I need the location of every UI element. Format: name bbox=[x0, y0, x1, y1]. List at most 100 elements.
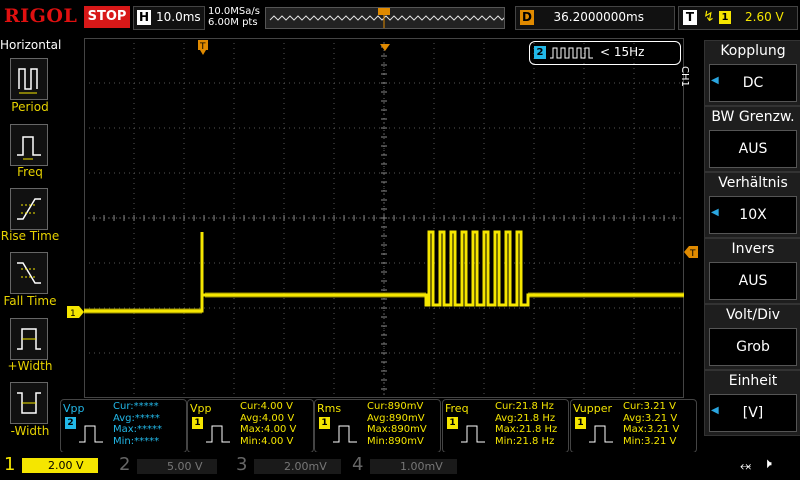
menu-invert-button[interactable]: Invers AUS bbox=[704, 238, 800, 304]
memory-overview-bar[interactable] bbox=[265, 7, 519, 29]
menu-bandwidth-limit-title: BW Grenzw. bbox=[711, 109, 795, 125]
channel-2-tab[interactable]: 2 5.00 V bbox=[115, 454, 227, 478]
menu-unit-value: [V] bbox=[709, 394, 797, 432]
menu-scroll-left-icon: ◀ bbox=[711, 405, 719, 416]
menu-volts-div-title: Volt/Div bbox=[725, 307, 781, 323]
measure-freq-button[interactable] bbox=[10, 124, 48, 166]
menu-coupling-button[interactable]: Kopplung DC ◀ bbox=[704, 40, 800, 106]
fall-time-icon bbox=[17, 262, 41, 284]
square-wave-icon bbox=[550, 47, 593, 59]
measurement-current: Cur:4.00 V bbox=[240, 401, 293, 412]
trigger-level-marker[interactable]: T bbox=[684, 243, 700, 262]
measure-rise-time-button[interactable] bbox=[10, 188, 48, 230]
negative-width-icon bbox=[17, 392, 41, 414]
channel-number: 2 bbox=[119, 454, 131, 475]
measurement-average: Avg:4.00 V bbox=[240, 412, 295, 424]
horizontal-center-marker bbox=[379, 37, 391, 56]
channel-scale: 2.00 V bbox=[22, 458, 98, 473]
measurement-average: Avg:21.8 Hz bbox=[495, 412, 556, 424]
menu-invert-title: Invers bbox=[731, 241, 775, 257]
sample-info: 10.0MSa/s 6.00M pts bbox=[208, 6, 260, 28]
counter-value: < 15Hz bbox=[600, 45, 645, 59]
rise-time-label: Rise Time bbox=[0, 229, 60, 243]
menu-coupling-value: DC bbox=[709, 64, 797, 102]
measure-positive-width-button[interactable] bbox=[10, 318, 48, 360]
channel-number: 1 bbox=[4, 454, 16, 475]
measurement-type-icon bbox=[79, 425, 103, 443]
measurement-channel-badge: 1 bbox=[575, 417, 586, 429]
timebase-value: 10.0ms bbox=[156, 10, 201, 24]
period-label: Period bbox=[11, 100, 49, 114]
brand-logo: RIGOL bbox=[4, 5, 78, 27]
measurement-vpp-ch2[interactable]: Vpp 2 Cur:***** Avg:***** Max:***** Min:***** bbox=[60, 399, 187, 453]
measurement-freq-ch1[interactable]: Freq 1 Cur:21.8 Hz Avg:21.8 Hz Max:21.8 Hz Mi… bbox=[442, 399, 569, 453]
measure-menu-title: Horizontal bbox=[0, 38, 62, 52]
measurement-vpp-ch1[interactable]: Vpp 1 Cur:4.00 V Avg:4.00 V Max:4.00 V Min:4.… bbox=[187, 399, 314, 453]
delay-readout[interactable]: D 36.2000000ms bbox=[515, 6, 675, 30]
measurement-max: Max:***** bbox=[113, 424, 163, 435]
frequency-counter[interactable]: 2 < 15Hz bbox=[529, 41, 681, 65]
measurement-type-icon bbox=[333, 425, 357, 443]
memory-overview-graphic bbox=[269, 8, 519, 28]
measurement-channel-badge: 2 bbox=[65, 417, 76, 429]
trigger-position-marker[interactable]: T bbox=[198, 40, 210, 60]
menu-scroll-left-icon: ◀ bbox=[711, 75, 719, 86]
measure-menu: Horizontal Period Freq Rise Time Fall Ti… bbox=[0, 38, 62, 450]
measurement-min: Min:4.00 V bbox=[240, 435, 294, 447]
menu-scroll-left-icon: ◀ bbox=[711, 207, 719, 218]
trigger-position-marker bbox=[378, 8, 390, 15]
menu-bandwidth-limit-button[interactable]: BW Grenzw. AUS bbox=[704, 106, 800, 172]
measurement-average: Avg:890mV bbox=[367, 412, 425, 424]
memory-depth: 6.00M pts bbox=[208, 17, 258, 28]
measurement-max: Max:21.8 Hz bbox=[495, 424, 558, 435]
menu-volts-div-button[interactable]: Volt/Div Grob bbox=[704, 304, 800, 370]
waveform-display[interactable] bbox=[83, 37, 685, 399]
measurement-average: Avg:3.21 V bbox=[623, 412, 678, 424]
freq-label: Freq bbox=[17, 165, 43, 179]
menu-probe-ratio-button[interactable]: Verhältnis 10X ◀ bbox=[704, 172, 800, 238]
measure-negative-width-button[interactable] bbox=[10, 382, 48, 424]
measurement-max: Max:3.21 V bbox=[623, 424, 680, 435]
measurement-min: Min:890mV bbox=[367, 435, 424, 447]
channel1-offset-marker[interactable]: 1 bbox=[67, 303, 85, 322]
channel-bar: 1 2.00 V 2 5.00 V 3 2.00mV 4 1.00mV ⬾ 🕨 bbox=[0, 452, 800, 480]
measure-period-button[interactable] bbox=[10, 58, 48, 100]
status-bar: RIGOL STOP H 10.0ms 10.0MSa/s 6.00M pts … bbox=[0, 0, 800, 36]
measurement-min: Min:21.8 Hz bbox=[495, 435, 555, 447]
measurement-name: Vupper bbox=[573, 402, 613, 415]
measurement-channel-badge: 1 bbox=[447, 417, 458, 429]
measurement-name: Vpp bbox=[190, 402, 212, 415]
measure-fall-time-button[interactable] bbox=[10, 252, 48, 294]
measurement-current: Cur:3.21 V bbox=[623, 401, 676, 412]
counter-channel-badge: 2 bbox=[534, 46, 546, 59]
menu-unit-title: Einheit bbox=[728, 373, 778, 389]
menu-bandwidth-limit-value: AUS bbox=[709, 130, 797, 168]
measurement-vupper-ch1[interactable]: Vupper 1 Cur:3.21 V Avg:3.21 V Max:3.21 V Min… bbox=[570, 399, 697, 453]
menu-probe-ratio-value: 10X bbox=[709, 196, 797, 234]
measurement-current: Cur:***** bbox=[113, 401, 159, 412]
trigger-readout[interactable]: T ↯ 1 2.60 V bbox=[678, 6, 798, 30]
measurement-max: Max:890mV bbox=[367, 424, 427, 435]
menu-unit-button[interactable]: Einheit [V] ◀ bbox=[704, 370, 800, 436]
run-stop-indicator[interactable]: STOP bbox=[84, 6, 130, 28]
usb-icon: ⬾ bbox=[740, 458, 752, 474]
period-icon bbox=[18, 68, 38, 94]
channel-3-tab[interactable]: 3 2.00mV bbox=[232, 454, 344, 478]
negative-width-label: -Width bbox=[10, 424, 50, 438]
channel-number: 3 bbox=[236, 454, 248, 475]
measurement-min: Min:***** bbox=[113, 435, 160, 447]
channel-4-tab[interactable]: 4 1.00mV bbox=[348, 454, 460, 478]
timebase-readout[interactable]: H 10.0ms bbox=[133, 6, 205, 30]
channel-1-tab[interactable]: 1 2.00 V bbox=[0, 454, 112, 478]
rising-edge-icon: ↯ bbox=[703, 9, 715, 25]
measurement-min: Min:3.21 V bbox=[623, 435, 677, 447]
positive-width-icon bbox=[17, 328, 41, 350]
trigger-level: 2.60 V bbox=[745, 10, 784, 24]
measurement-rms-ch1[interactable]: Rms 1 Cur:890mV Avg:890mV Max:890mV Min:890mV bbox=[314, 399, 441, 453]
sample-rate: 10.0MSa/s bbox=[208, 6, 260, 17]
graticule bbox=[83, 37, 685, 399]
sound-mute-icon[interactable]: 🕨 bbox=[763, 456, 772, 472]
trigger-label: T bbox=[683, 10, 697, 25]
measurement-name: Vpp bbox=[63, 402, 85, 415]
menu-invert-value: AUS bbox=[709, 262, 797, 300]
